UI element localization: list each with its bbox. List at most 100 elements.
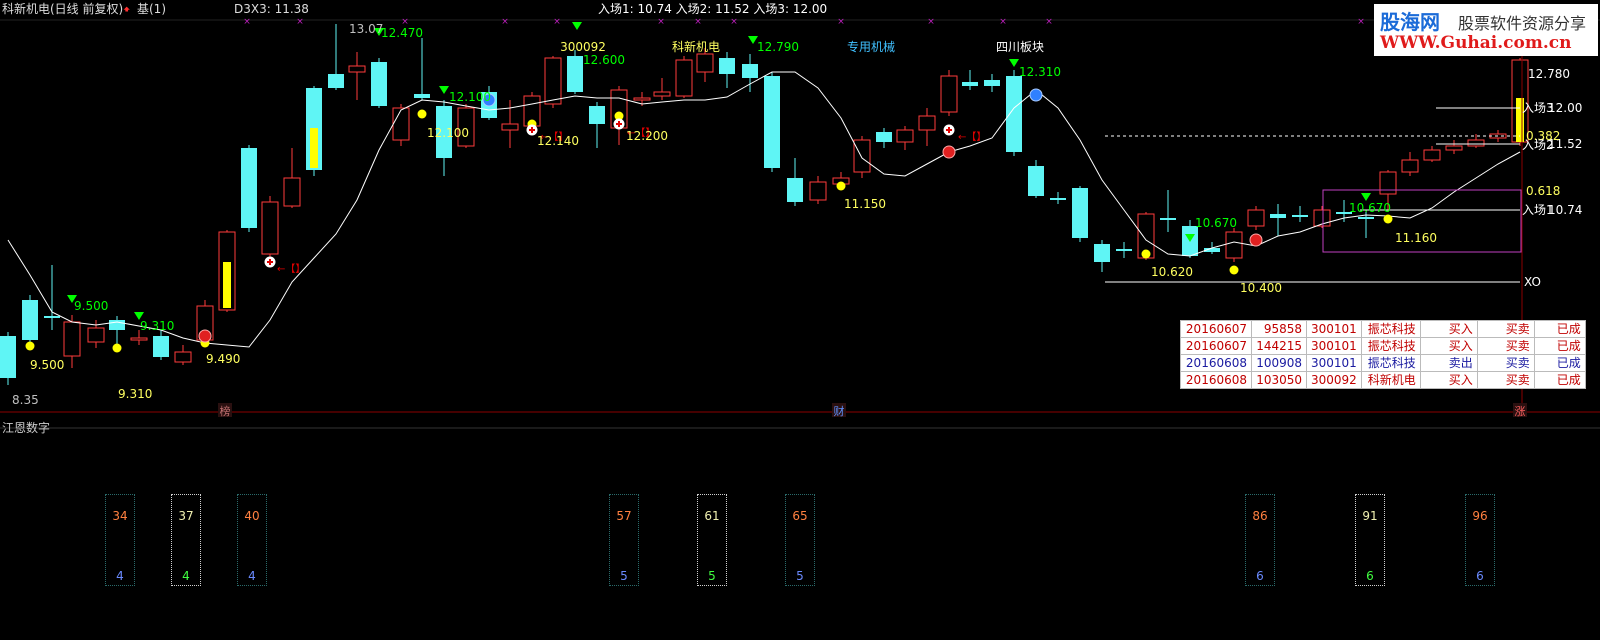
trade-row[interactable]: 20160608 103050 300092 科新机电 买入 买卖 已成: [1180, 371, 1586, 389]
entry-label: 入场3: [1522, 101, 1554, 115]
candle-body: [719, 58, 735, 74]
trade-cell-name: 科新机电: [1360, 371, 1421, 389]
gann-box: 57 5: [609, 494, 639, 586]
arrow-up-icon: 🠹: [123, 2, 131, 16]
candle-body: [1072, 188, 1088, 238]
trade-row[interactable]: 20160608 100908 300101 振芯科技 卖出 买卖 已成: [1180, 354, 1586, 372]
bottom-marker: 财: [834, 404, 845, 418]
trade-cell-date: 20160608: [1180, 371, 1252, 389]
candle-body: [63, 321, 81, 357]
trade-cell-type: 买卖: [1476, 371, 1535, 389]
candle-body: [241, 148, 257, 228]
watermark-slogan: 股票软件资源分享: [1458, 14, 1587, 33]
red-ball-icon: [198, 329, 212, 343]
candle-body: [1467, 139, 1485, 147]
candle-body: [261, 201, 279, 255]
watermark-url: WWW.Guhai.com.cn: [1380, 33, 1572, 53]
gann-box: 61 5: [697, 494, 727, 586]
price-label: 11.150: [844, 197, 886, 211]
trade-cell-date: 20160607: [1180, 320, 1252, 338]
candle-body: [1050, 198, 1066, 200]
candle-body: [174, 351, 192, 363]
gann-count: 4: [248, 569, 256, 583]
trade-cell-code: 300101: [1306, 337, 1362, 355]
trade-cell-code: 300101: [1306, 320, 1362, 338]
trade-cell-time: 103050: [1251, 371, 1307, 389]
candle-body: [544, 57, 562, 105]
watermark-brand: 股海网: [1380, 10, 1440, 34]
price-label: 9.500: [30, 358, 64, 372]
candle-body: [1160, 218, 1176, 220]
red-ball-icon: [1249, 233, 1263, 247]
gann-count: 4: [182, 569, 190, 583]
trade-cell-type: 买卖: [1476, 337, 1535, 355]
gann-box: 34 4: [105, 494, 135, 586]
trade-cell-status: 已成: [1533, 371, 1586, 389]
base-label: 基(1): [137, 2, 166, 16]
trade-cell-type: 买卖: [1476, 354, 1535, 372]
gann-number: 96: [1472, 509, 1488, 523]
signal-dot: [417, 109, 427, 119]
price-label: 12.790: [757, 40, 799, 54]
candle-body: [918, 115, 936, 131]
signal-triangle: [1009, 59, 1019, 67]
signal-triangle: [439, 86, 449, 94]
price-label: 12.470: [381, 26, 423, 40]
chart-header: 科新机电(日线 前复权) 🠹 基(1) D3X3: 11.38 入场1: 10.…: [0, 0, 1600, 20]
bottom-marker: 榜: [220, 404, 231, 418]
signal-dot: [1229, 265, 1239, 275]
xo-label: XO: [1524, 275, 1541, 289]
gann-box: 91 6: [1355, 494, 1385, 586]
candle-body: [1270, 214, 1286, 218]
price-label: 10.620: [1151, 265, 1193, 279]
candle-body: [696, 53, 714, 73]
concept-label: 300092: [560, 40, 606, 54]
candle-body: [1247, 209, 1265, 227]
limit-up-bar: [223, 262, 231, 308]
gann-count: 5: [620, 569, 628, 583]
price-label: 10.400: [1240, 281, 1282, 295]
candle-body: [348, 65, 366, 73]
entry-levels: 入场1: 10.74 入场2: 11.52 入场3: 12.00: [598, 2, 828, 16]
candle-body: [87, 327, 105, 343]
blue-ball-icon: [1029, 88, 1043, 102]
candle-body: [44, 316, 60, 318]
candle-body: [22, 300, 38, 340]
candle-body: [283, 177, 301, 207]
price-label: 12.100: [449, 90, 491, 104]
trade-row[interactable]: 20160607 144215 300101 振芯科技 买入 买卖 已成: [1180, 337, 1586, 355]
price-label: 12.100: [427, 126, 469, 140]
axis-label: 12.780: [1528, 67, 1570, 81]
price-label: 9.310: [140, 319, 174, 333]
price-label: 8.35: [12, 393, 39, 407]
gann-count: 6: [1366, 569, 1374, 583]
price-label: 9.490: [206, 352, 240, 366]
candle-body: [1094, 244, 1110, 262]
signal-triangle: [1361, 193, 1371, 201]
candle-body: [809, 181, 827, 201]
trade-row[interactable]: 20160607 95858 300101 振芯科技 买入 买卖 已成: [1180, 320, 1586, 338]
trade-cell-name: 振芯科技: [1360, 320, 1421, 338]
price-label: 9.500: [74, 299, 108, 313]
candle-body: [764, 76, 780, 168]
trade-cell-date: 20160608: [1180, 354, 1252, 372]
limit-up-bar: [310, 128, 318, 168]
entry-label: 入场1: [1522, 203, 1554, 217]
gann-number: 61: [704, 509, 720, 523]
fib-label: 0.618: [1526, 184, 1560, 198]
gann-count: 6: [1256, 569, 1264, 583]
candle-body: [633, 97, 651, 101]
bracket-marker: ←【】: [277, 263, 305, 275]
candle-body: [853, 139, 871, 173]
entry-label: 入场2: [1522, 138, 1554, 152]
guhai-watermark[interactable]: 股海网 股票软件资源分享 WWW.Guhai.com.cn: [1374, 4, 1598, 56]
concept-label: 科新机电: [672, 39, 720, 54]
trade-cell-code: 300101: [1306, 354, 1362, 372]
gann-count: 4: [116, 569, 124, 583]
trade-cell-time: 95858: [1251, 320, 1307, 338]
candle-body: [984, 80, 1000, 86]
candle-body: [675, 59, 693, 97]
candle-body: [1006, 76, 1022, 152]
gann-number: 37: [178, 509, 194, 523]
price-label: 9.310: [118, 387, 152, 401]
